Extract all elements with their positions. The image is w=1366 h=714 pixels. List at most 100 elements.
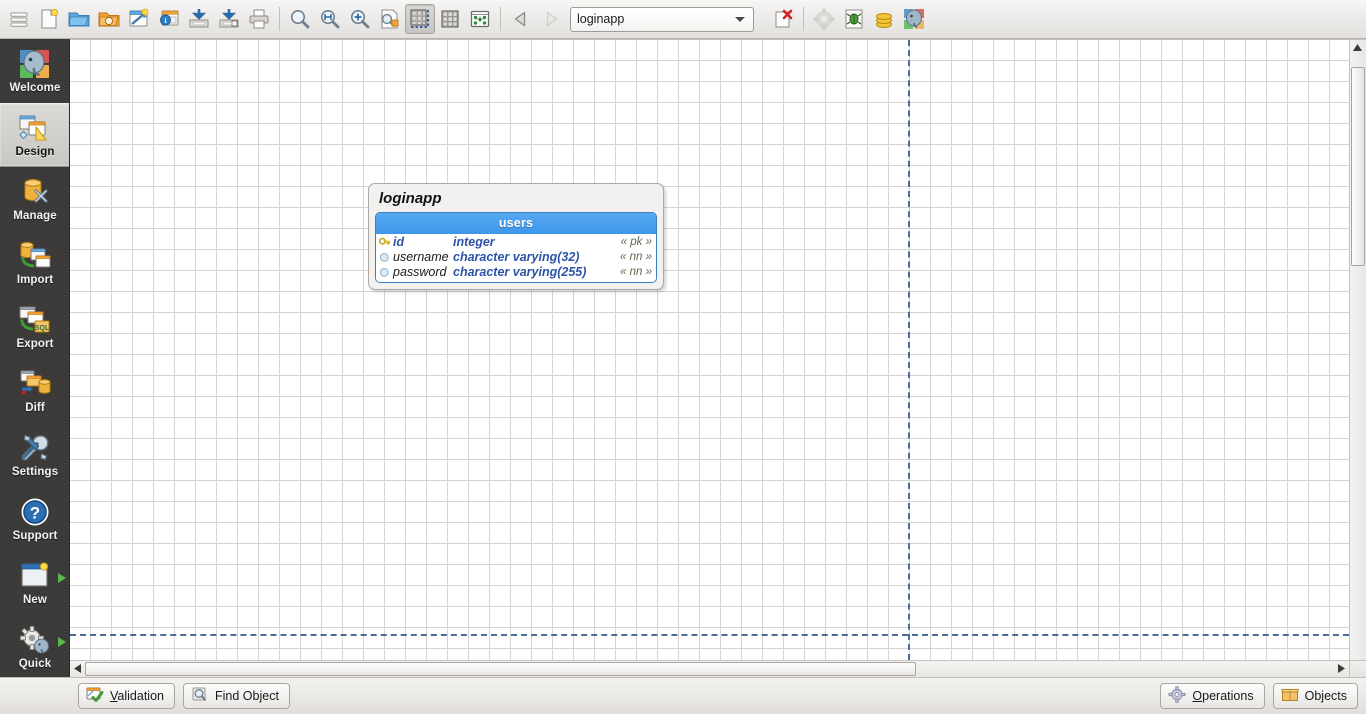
sidebar-item-label: Import	[16, 274, 54, 286]
page-preview-icon[interactable]	[375, 4, 405, 34]
plugin-icon[interactable]	[809, 4, 839, 34]
export-icon: SQL	[18, 304, 52, 336]
column-type: character varying(32)	[453, 250, 580, 264]
debug-icon[interactable]	[839, 4, 869, 34]
column-constraint: « pk »	[620, 236, 652, 248]
sidebar-item-quick[interactable]: Quick	[0, 615, 69, 677]
sidebar-item-manage[interactable]: Manage	[0, 167, 69, 231]
sidebar-item-label: Settings	[11, 466, 59, 478]
zoom-fit-icon[interactable]	[315, 4, 345, 34]
column-row[interactable]: password character varying(255) « nn »	[376, 265, 656, 280]
toolbar-separator	[500, 7, 501, 31]
layout-nodes-icon[interactable]	[465, 4, 495, 34]
validation-icon	[86, 686, 104, 706]
scroll-corner	[1349, 660, 1366, 677]
open-folder-icon[interactable]	[64, 4, 94, 34]
question-icon: ?	[20, 496, 50, 528]
operations-button-label: Operations	[1192, 689, 1254, 703]
status-bar: Validation Find Object Operations Object…	[0, 677, 1366, 714]
find-object-button[interactable]: Find Object	[183, 683, 290, 709]
nav-prev-icon[interactable]	[506, 4, 536, 34]
status-left-group: Validation Find Object	[78, 683, 290, 709]
diff-icon	[18, 368, 52, 400]
expand-arrow-icon[interactable]	[58, 573, 66, 583]
new-file-icon[interactable]	[34, 4, 64, 34]
validation-button[interactable]: Validation	[78, 683, 175, 709]
find-object-icon	[191, 686, 209, 706]
column-list: id integer « pk » username character varying…	[376, 234, 656, 282]
grid-icon[interactable]	[435, 4, 465, 34]
validation-button-label: Validation	[110, 689, 164, 703]
model-selector[interactable]: loginapp	[570, 6, 754, 32]
sidebar-item-label: New	[23, 594, 47, 606]
chevron-down-icon	[735, 17, 745, 22]
database-tool-icon	[19, 176, 51, 208]
sidebar-item-label: Export	[16, 338, 54, 350]
column-bullet-icon	[379, 252, 393, 263]
sidebar-item-import[interactable]: Import	[0, 231, 69, 295]
find-object-button-label: Find Object	[215, 689, 279, 703]
save-as-icon[interactable]	[214, 4, 244, 34]
diagram-canvas[interactable]: loginapp users id integer « pk » username ch…	[70, 39, 1349, 660]
sidebar-item-diff[interactable]: Diff	[0, 359, 69, 423]
primary-key-icon	[379, 237, 393, 248]
close-model-icon[interactable]	[768, 4, 798, 34]
model-selector-value: loginapp	[577, 12, 625, 26]
sidebar-item-design[interactable]: Design	[0, 103, 69, 167]
sidebar-item-label: Support	[12, 530, 58, 542]
scroll-up-arrow-icon[interactable]	[1350, 40, 1365, 55]
main-body: Welcome Design Manage Import SQL Export …	[0, 39, 1366, 677]
left-sidebar: Welcome Design Manage Import SQL Export …	[0, 39, 70, 677]
svg-text:?: ?	[30, 504, 40, 523]
menu-icon[interactable]	[4, 4, 34, 34]
new-window-icon	[19, 560, 51, 592]
edit-diagram-icon[interactable]	[124, 4, 154, 34]
grid-page-icon[interactable]	[405, 4, 435, 34]
save-icon[interactable]	[184, 4, 214, 34]
gear-quick-icon	[19, 624, 51, 656]
operations-button[interactable]: Operations	[1160, 683, 1265, 709]
horizontal-scrollbar[interactable]	[70, 660, 1349, 677]
column-type: character varying(255)	[453, 265, 587, 279]
sidebar-item-settings[interactable]: Settings	[0, 423, 69, 487]
vertical-scrollbar[interactable]	[1349, 39, 1366, 660]
browse-folder-icon[interactable]	[94, 4, 124, 34]
nav-next-icon[interactable]	[536, 4, 566, 34]
sidebar-item-support[interactable]: ? Support	[0, 487, 69, 551]
column-row[interactable]: username character varying(32) « nn »	[376, 250, 656, 265]
scroll-left-arrow-icon[interactable]	[70, 661, 85, 676]
sidebar-item-label: Quick	[18, 658, 52, 670]
print-icon[interactable]	[244, 4, 274, 34]
schema-title: loginapp	[379, 190, 442, 207]
box-icon	[1281, 686, 1299, 706]
sidebar-item-welcome[interactable]: Welcome	[0, 39, 69, 103]
sidebar-item-label: Welcome	[9, 82, 61, 94]
vertical-scroll-thumb[interactable]	[1351, 67, 1365, 266]
wrench-icon	[19, 432, 51, 464]
column-row[interactable]: id integer « pk »	[376, 235, 656, 250]
column-name: password	[393, 265, 447, 279]
coins-icon[interactable]	[869, 4, 899, 34]
sidebar-item-new[interactable]: New	[0, 551, 69, 615]
diagram-area: loginapp users id integer « pk » username ch…	[70, 39, 1366, 677]
elephant-icon[interactable]	[899, 4, 929, 34]
table-node[interactable]: loginapp users id integer « pk » username ch…	[368, 183, 664, 290]
scroll-right-arrow-icon[interactable]	[1334, 661, 1349, 676]
toolbar-separator	[803, 7, 804, 31]
horizontal-scroll-thumb[interactable]	[85, 662, 917, 676]
sidebar-item-label: Diff	[25, 402, 45, 414]
sidebar-item-label: Manage	[13, 210, 57, 222]
table-name-header: users	[376, 213, 656, 234]
zoom-in-icon[interactable]	[345, 4, 375, 34]
expand-arrow-icon[interactable]	[58, 637, 66, 647]
entity-box: users id integer « pk » username character v…	[375, 212, 657, 283]
page-break-vertical	[908, 40, 910, 660]
application-window: i loginapp Welcome Design Manage Import …	[0, 0, 1366, 714]
sidebar-item-export[interactable]: SQL Export	[0, 295, 69, 359]
info-window-icon[interactable]: i	[154, 4, 184, 34]
zoom-icon[interactable]	[285, 4, 315, 34]
page-break-horizontal	[70, 634, 1349, 636]
design-icon	[18, 112, 52, 144]
objects-button[interactable]: Objects	[1272, 683, 1358, 709]
column-constraint: « nn »	[620, 251, 652, 263]
